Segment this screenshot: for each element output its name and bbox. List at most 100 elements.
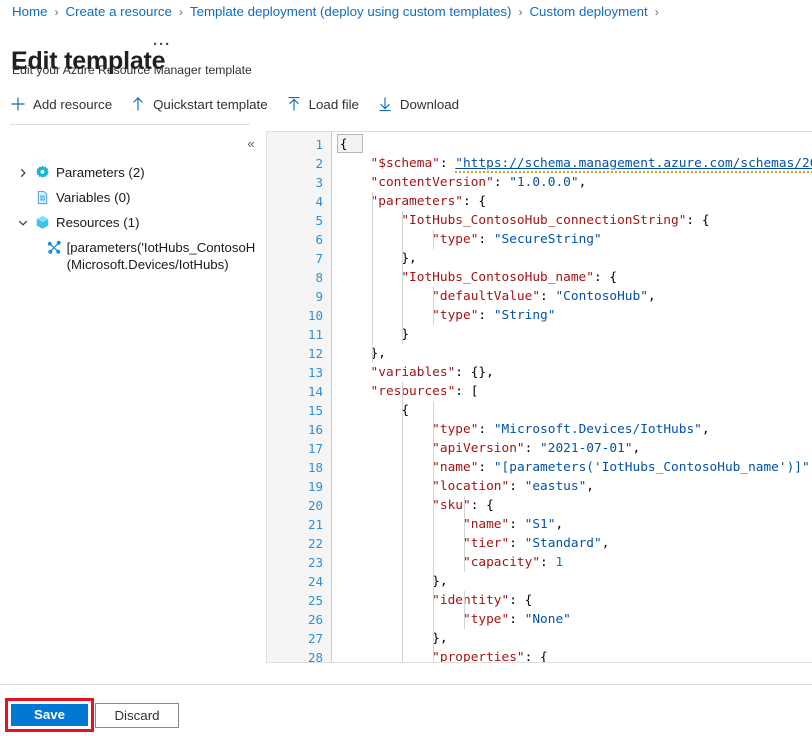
code-token: , [579,175,587,190]
code-line[interactable]: "type": "String" [332,306,555,325]
tree-item-parameters[interactable]: Parameters (2) [0,160,255,185]
breadcrumb-item-1[interactable]: Create a resource [65,3,171,21]
plus-icon [10,96,26,112]
breadcrumb-item-0[interactable]: Home [12,3,47,21]
code-line[interactable]: }, [332,572,448,591]
code-line[interactable]: }, [332,249,417,268]
code-token: , [648,289,656,304]
line-number: 6 [267,230,323,249]
more-options-icon[interactable]: ··· [153,36,171,54]
line-number: 11 [267,325,323,344]
code-token: "location" [432,479,509,494]
code-line[interactable]: "identity": { [332,591,532,610]
code-token: "properties" [432,650,524,662]
editor-gutter: 1234567891011121314151617181920212223242… [267,132,331,662]
code-token: : [509,479,524,494]
code-line[interactable]: "type": "None" [332,610,571,629]
breadcrumb-item-3[interactable]: Custom deployment [529,3,647,21]
line-number: 3 [267,173,323,192]
code-token: , [633,441,641,456]
code-token: }, [432,574,447,589]
code-token: : [478,460,493,475]
code-token: : [ [455,384,478,399]
code-token: "contentVersion" [371,175,494,190]
line-number: 16 [267,420,323,439]
code-token: : [494,175,509,190]
code-token: "String" [494,308,556,323]
download-icon [377,96,393,112]
indent-guide [464,591,465,629]
collapse-panel-icon[interactable]: « [243,136,259,152]
code-line[interactable]: "contentVersion": "1.0.0.0", [332,173,586,192]
code-line[interactable]: "name": "[parameters('IotHubs_ContosoHub… [332,458,812,477]
chevron-right-icon[interactable] [18,168,33,178]
breadcrumb-item-2[interactable]: Template deployment (deploy using custom… [190,3,512,21]
code-token: "variables" [371,365,456,380]
code-token: "resources" [371,384,456,399]
code-token: "2021-07-01" [540,441,632,456]
code-line[interactable]: { [332,135,347,154]
code-line[interactable]: "location": "eastus", [332,477,594,496]
code-line[interactable]: "apiVersion": "2021-07-01", [332,439,640,458]
command-add-resource[interactable]: Add resource [10,96,112,112]
tree-item-resources[interactable]: Resources (1) [0,210,255,235]
indent-guide [464,496,465,572]
code-token: : [478,422,493,437]
chevron-down-icon[interactable] [18,218,33,228]
command-quickstart-template[interactable]: Quickstart template [130,96,268,112]
code-token: }, [432,631,447,646]
code-token: , [586,479,594,494]
code-line[interactable]: "tier": "Standard", [332,534,609,553]
code-line[interactable]: "resources": [ [332,382,478,401]
line-number: 8 [267,268,323,287]
code-line[interactable]: "defaultValue": "ContosoHub", [332,287,656,306]
code-line[interactable]: "name": "S1", [332,515,563,534]
command-load-file[interactable]: Load file [286,96,359,112]
code-token: "[parameters('IotHubs_ContosoHub_name')]… [494,460,810,475]
json-editor[interactable]: 1234567891011121314151617181920212223242… [266,131,812,663]
code-token: : { [525,650,548,662]
code-token: : { [509,593,532,608]
code-line[interactable]: "IotHubs_ContosoHub_name": { [332,268,617,287]
code-line[interactable]: } [332,325,409,344]
line-number: 20 [267,496,323,515]
code-line[interactable]: "capacity": 1 [332,553,563,572]
tree-item-label: [parameters('IotHubs_ContosoHub(Microsof… [67,239,255,273]
line-number: 17 [267,439,323,458]
code-line[interactable]: }, [332,629,448,648]
code-line[interactable]: "IotHubs_ContosoHub_connectionString": { [332,211,710,230]
code-line[interactable]: "sku": { [332,496,494,515]
code-token: "SecureString" [494,232,602,247]
arrow-up-icon [130,96,146,112]
discard-button[interactable]: Discard [95,703,179,728]
tree-item-resource-iothub[interactable]: [parameters('IotHubs_ContosoHub(Microsof… [0,239,255,275]
code-token: "None" [525,612,571,627]
code-line[interactable]: "$schema": "https://schema.management.az… [332,154,812,173]
line-number: 1 [267,135,323,154]
save-button[interactable]: Save [11,704,88,726]
code-line[interactable]: "parameters": { [332,192,486,211]
command-label: Add resource [33,97,112,112]
code-token: "https://schema.management.azure.com/sch… [455,156,812,173]
code-token: , [555,517,563,532]
code-token: "parameters" [371,194,463,209]
indent-guide [372,192,373,363]
line-number: 25 [267,591,323,610]
code-token: : [540,555,555,570]
code-token: : [540,289,555,304]
code-token: "apiVersion" [432,441,524,456]
code-line[interactable]: { [332,401,409,420]
code-line[interactable]: }, [332,344,386,363]
code-line[interactable]: "properties": { [332,648,548,662]
code-token: 1 [555,555,563,570]
line-number: 18 [267,458,323,477]
tree-item-variables[interactable]: Variables (0) [0,185,255,210]
line-number: 24 [267,572,323,591]
code-line[interactable]: "variables": {}, [332,363,494,382]
code-line[interactable]: "type": "Microsoft.Devices/IotHubs", [332,420,710,439]
template-tree: Parameters (2)Variables (0)Resources (1)… [0,160,255,275]
editor-code-area[interactable]: { "$schema": "https://schema.management.… [332,132,812,662]
command-download[interactable]: Download [377,96,459,112]
line-number: 12 [267,344,323,363]
code-token: "type" [463,612,509,627]
